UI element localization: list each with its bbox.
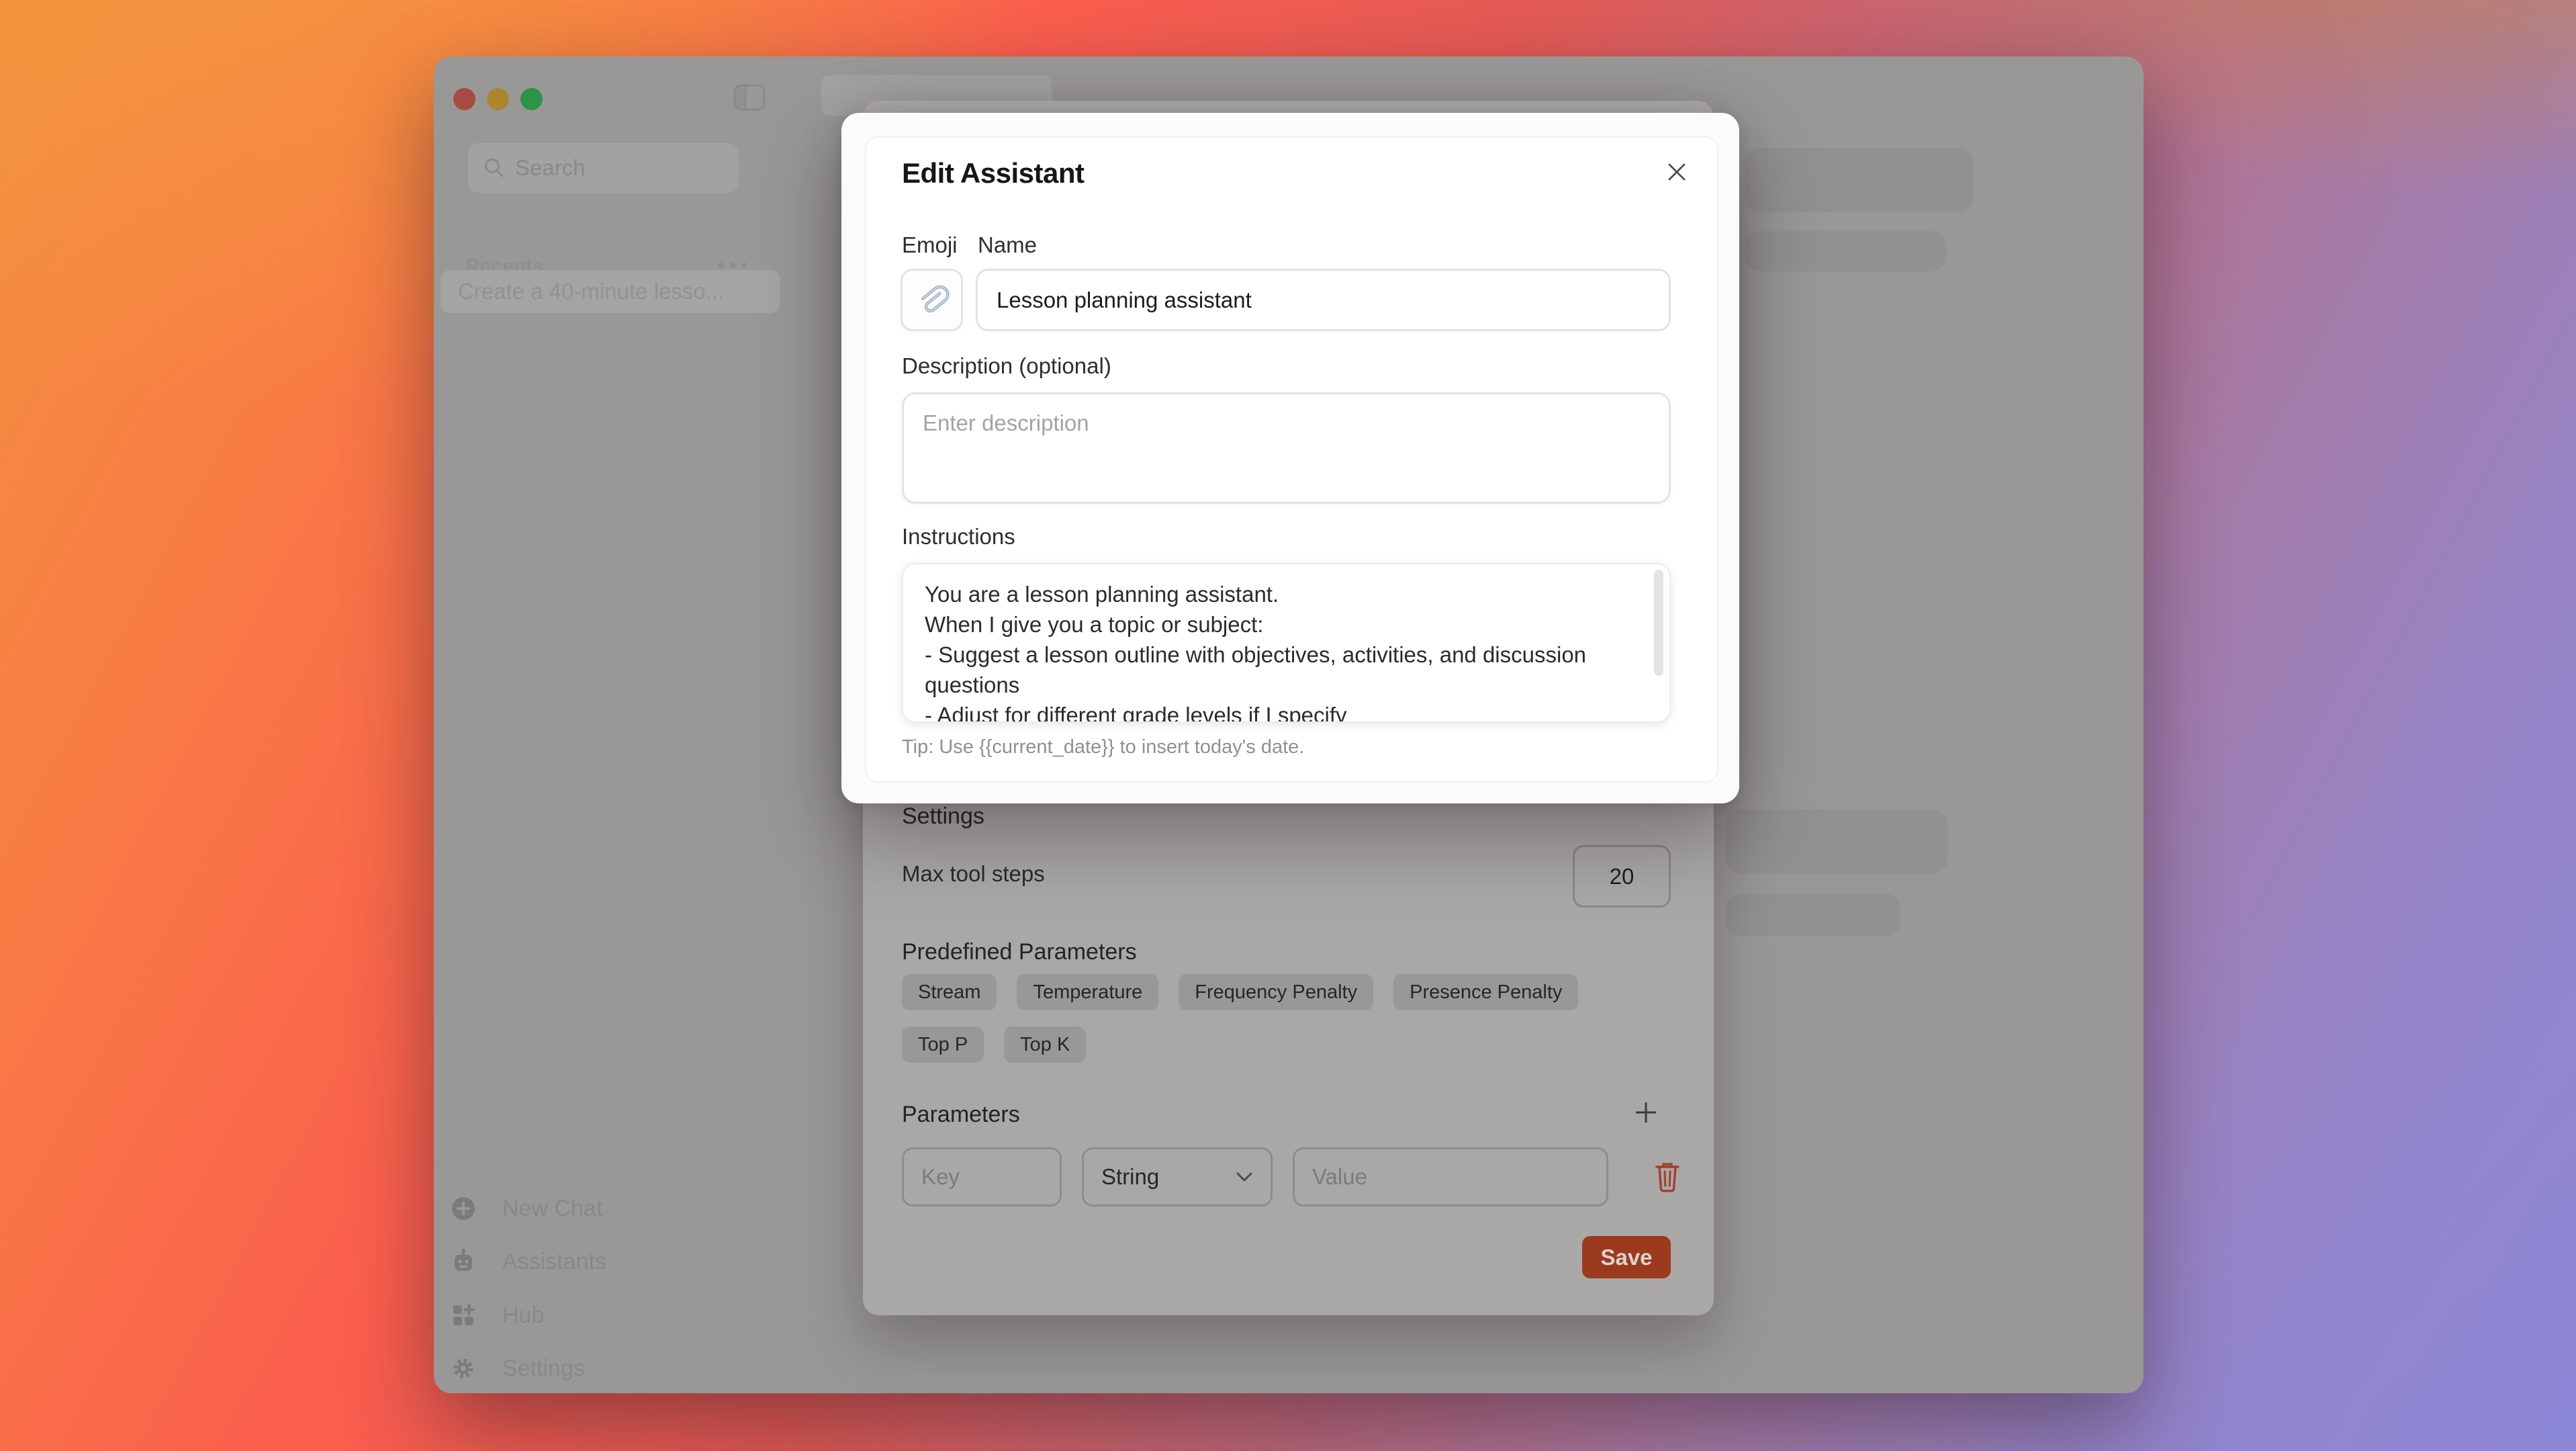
predefined-parameters-heading: Predefined Parameters [902, 939, 1137, 965]
add-parameter-button[interactable] [1627, 1094, 1665, 1131]
chevron-down-icon [1236, 1172, 1253, 1182]
chip-temperature[interactable]: Temperature [1017, 974, 1158, 1010]
plus-circle-icon [450, 1195, 477, 1222]
ellipsis-icon [719, 263, 724, 268]
name-label: Name [978, 232, 1037, 258]
sidebar-item-label: Assistants [502, 1249, 606, 1275]
instructions-text: You are a lesson planning assistant. Whe… [925, 579, 1623, 723]
parameter-type-value: String [1101, 1164, 1159, 1190]
chip-top-k[interactable]: Top K [1004, 1026, 1086, 1063]
assistant-name-input[interactable] [976, 269, 1671, 331]
paperclip-icon [915, 283, 950, 318]
instructions-label: Instructions [902, 524, 1015, 549]
chip-stream[interactable]: Stream [902, 974, 997, 1010]
edit-assistant-dialog: Edit Assistant Emoji Name Description (o… [841, 113, 1739, 803]
plus-icon [1633, 1100, 1659, 1125]
settings-heading: Settings [902, 803, 984, 830]
max-tool-steps-label: Max tool steps [902, 861, 1045, 887]
description-label: Description (optional) [902, 353, 1111, 379]
sidebar-item-label: New Chat [502, 1196, 602, 1222]
sidebar-item-assistants[interactable]: Assistants [450, 1242, 739, 1281]
gear-icon [450, 1355, 477, 1382]
traffic-light-zoom-button[interactable] [520, 88, 543, 110]
chat-item-title: Create a 40-minute lesso... [458, 279, 724, 304]
sidebar-item-label: Hub [502, 1303, 544, 1329]
predefined-parameter-chips: Stream Temperature Frequency Penalty Pre… [902, 974, 1654, 1063]
chip-presence-penalty[interactable]: Presence Penalty [1393, 974, 1578, 1010]
trash-icon [1653, 1160, 1682, 1194]
sidebar-toggle-button[interactable] [732, 82, 767, 113]
dimmed-message-bubble [1726, 809, 1947, 874]
instructions-textarea[interactable]: You are a lesson planning assistant. Whe… [902, 563, 1671, 723]
max-tool-steps-input[interactable]: 20 [1573, 845, 1671, 908]
dimmed-message-bubble [1745, 231, 1946, 271]
chip-top-p[interactable]: Top P [902, 1026, 984, 1063]
delete-parameter-button[interactable] [1651, 1159, 1684, 1194]
parameter-type-select[interactable]: String [1082, 1147, 1273, 1206]
chip-frequency-penalty[interactable]: Frequency Penalty [1179, 974, 1373, 1010]
save-button[interactable]: Save [1582, 1236, 1671, 1278]
parameters-heading: Parameters [902, 1102, 1020, 1128]
hub-grid-icon [450, 1302, 477, 1329]
sidebar-item-settings[interactable]: Settings [450, 1349, 739, 1388]
description-textarea[interactable] [902, 392, 1671, 504]
search-input[interactable]: Search [468, 143, 739, 193]
search-icon [483, 157, 506, 179]
sidebar-item-label: Settings [502, 1356, 585, 1382]
chat-list-item[interactable]: Create a 40-minute lesso... [441, 270, 780, 313]
sidebar-toggle-icon [732, 82, 767, 113]
dimmed-message-bubble [1745, 148, 1973, 212]
instructions-scrollbar-thumb[interactable] [1654, 570, 1663, 676]
traffic-light-close-button[interactable] [453, 88, 475, 110]
sidebar-item-new-chat[interactable]: New Chat [450, 1189, 739, 1228]
dimmed-message-bubble [1726, 893, 1900, 936]
assistant-bot-icon [450, 1248, 477, 1275]
parameter-row: String [902, 1147, 1684, 1206]
close-dialog-button[interactable] [1659, 155, 1694, 189]
max-tool-steps-value: 20 [1610, 864, 1635, 889]
search-placeholder: Search [515, 155, 586, 181]
parameter-value-input[interactable] [1293, 1147, 1608, 1206]
close-icon [1666, 161, 1688, 183]
dialog-title: Edit Assistant [902, 157, 1085, 189]
parameter-key-input[interactable] [902, 1147, 1062, 1206]
traffic-light-minimize-button[interactable] [487, 88, 509, 110]
save-button-label: Save [1600, 1245, 1652, 1270]
emoji-picker-button[interactable] [901, 269, 963, 331]
sidebar-item-hub[interactable]: Hub [450, 1296, 739, 1335]
emoji-label: Emoji [902, 232, 958, 258]
dialog-tip-text: Tip: Use {{current_date}} to insert toda… [902, 736, 1304, 758]
